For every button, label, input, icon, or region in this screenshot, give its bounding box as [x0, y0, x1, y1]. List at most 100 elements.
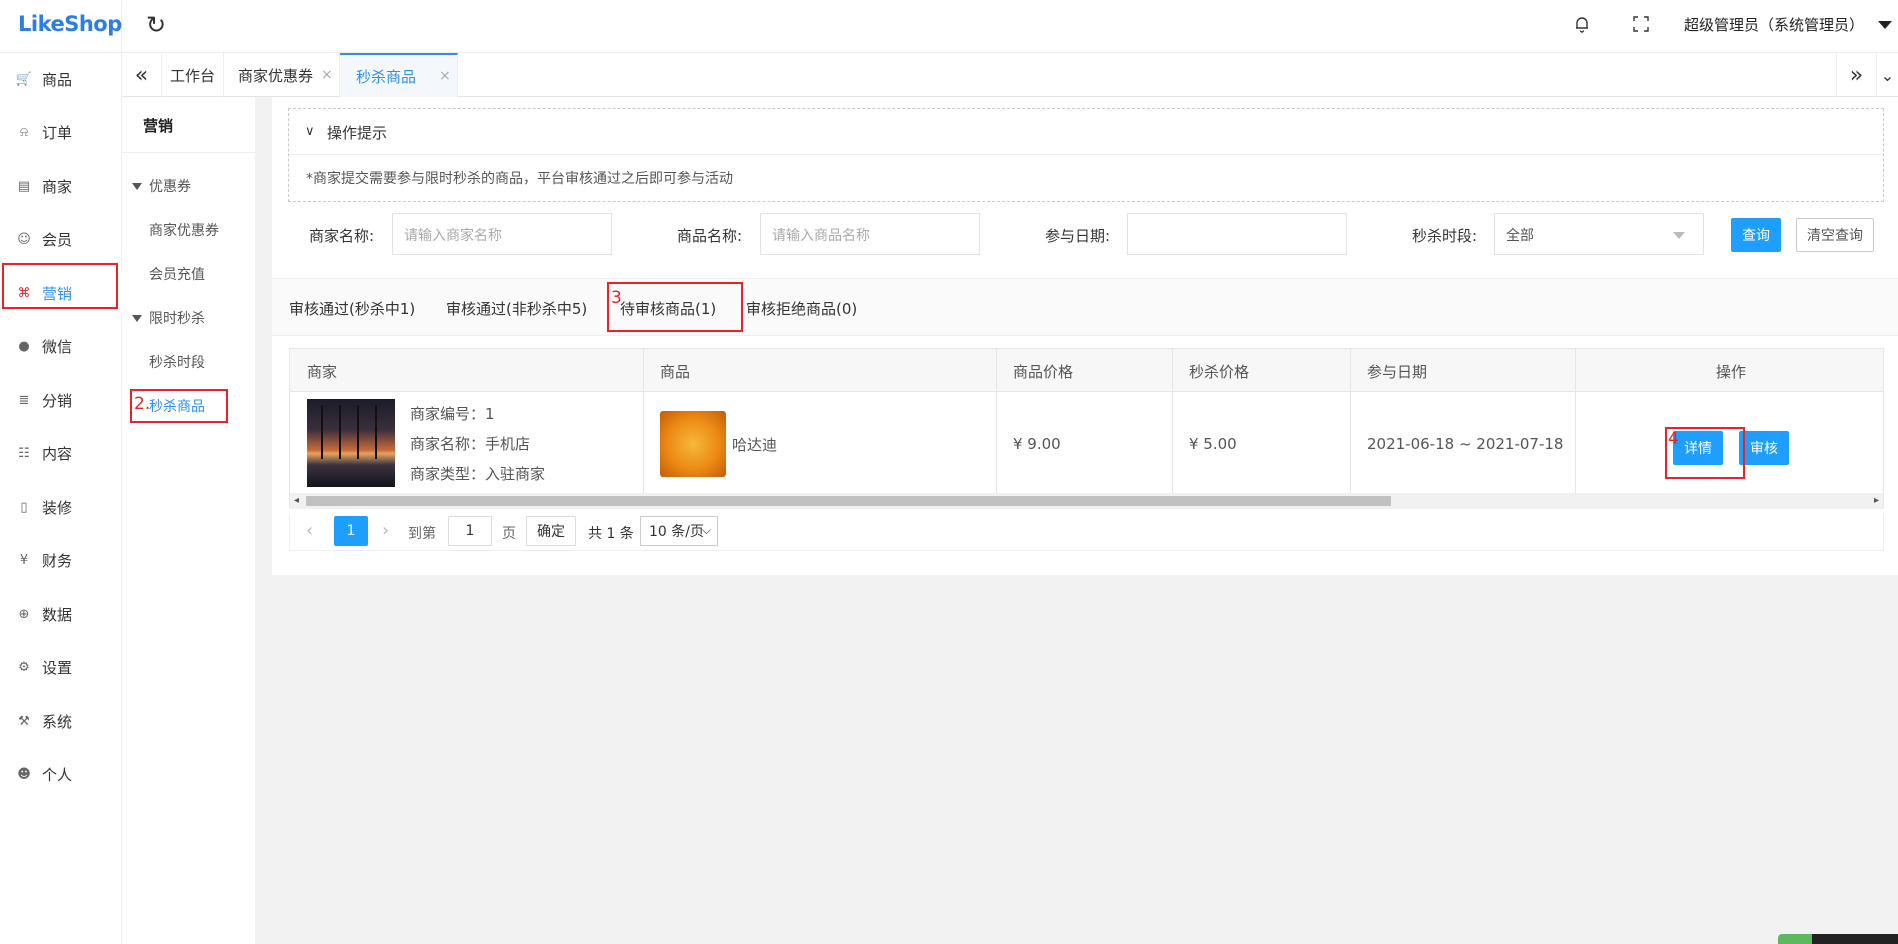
- tips-panel: ∨ 操作提示 *商家提交需要参与限时秒杀的商品，平台审核通过之后即可参与活动: [288, 108, 1884, 202]
- column-divider: [643, 349, 644, 494]
- submenu-group-coupon[interactable]: 优惠券: [132, 176, 191, 196]
- caret-down-icon[interactable]: [1878, 21, 1892, 29]
- sidebar-item-2[interactable]: ▤ 商家: [0, 164, 122, 208]
- tab-seckill-goods[interactable]: 秒杀商品 ×: [340, 53, 458, 97]
- reset-button[interactable]: 清空查询: [1796, 218, 1874, 252]
- annotation-box-pending-tab: [607, 282, 743, 332]
- close-icon[interactable]: ×: [439, 68, 451, 84]
- table-header: 商家 商品 商品价格 秒杀价格 参与日期 操作: [290, 349, 1883, 392]
- annotation-number: 2.: [134, 394, 151, 414]
- sidebar-item-3[interactable]: ☺ 会员: [0, 218, 122, 262]
- th-seckill-price: 秒杀价格: [1189, 363, 1250, 381]
- chevron-down-icon[interactable]: ∨: [305, 124, 315, 139]
- tips-title: 操作提示: [327, 124, 388, 142]
- layers-icon: ≣: [18, 392, 30, 408]
- sidebar-item-label: 订单: [42, 124, 73, 142]
- top-bar: ↻ 超级管理员（系统管理员）: [122, 0, 1898, 53]
- bell-icon[interactable]: [1573, 15, 1591, 33]
- sidebar-item-label: 商家: [42, 177, 73, 196]
- sidebar-item-1[interactable]: ⍾ 订单: [0, 111, 122, 155]
- next-page-icon[interactable]: ›: [382, 520, 389, 541]
- double-chevron-right-icon[interactable]: »: [1836, 53, 1876, 97]
- date-label: 参与日期:: [1045, 227, 1111, 245]
- time-select-value: 全部: [1506, 228, 1534, 244]
- annotation-box-marketing: [2, 263, 118, 309]
- floating-widget[interactable]: [1778, 934, 1812, 944]
- fullscreen-icon[interactable]: [1632, 15, 1650, 33]
- tab-label: 秒杀商品: [356, 67, 417, 86]
- sidebar-item-13[interactable]: ☻ 个人: [0, 753, 122, 797]
- annotation-number: 3: [611, 288, 622, 308]
- goto-label: 到第: [408, 526, 436, 542]
- pagination: ‹ 1 › 到第 1 页 确定 共 1 条 10 条/页 ⌵: [289, 513, 1884, 551]
- sidebar-item-7[interactable]: ☷ 内容: [0, 432, 122, 476]
- sidebar-item-9[interactable]: ¥ 财务: [0, 539, 122, 583]
- floating-bar[interactable]: [1812, 934, 1898, 944]
- tips-header[interactable]: ∨ 操作提示: [289, 109, 1883, 155]
- double-chevron-left-icon[interactable]: «: [122, 53, 162, 97]
- sidebar-item-label: 系统: [42, 712, 73, 731]
- sidebar-item-label: 会员: [42, 231, 73, 249]
- select-arrow-icon: [1673, 232, 1685, 239]
- tab-approved-inactive[interactable]: 审核通过(非秒杀中5): [446, 298, 587, 319]
- sidebar-item-8[interactable]: ▯ 装修: [0, 485, 122, 529]
- goods-name-input[interactable]: 请输入商品名称: [760, 213, 980, 255]
- scroll-left-icon[interactable]: ◂: [294, 495, 299, 506]
- bell-outline-icon: ⍾: [19, 125, 29, 140]
- th-price: 商品价格: [1013, 363, 1074, 381]
- sidebar-item-label: 内容: [42, 445, 73, 463]
- horizontal-scrollbar[interactable]: ◂ ▸: [290, 493, 1883, 509]
- join-date: 2021-06-18 ~ 2021-07-18: [1367, 435, 1564, 453]
- tab-rejected[interactable]: 审核拒绝商品(0): [746, 298, 857, 319]
- sidebar-item-10[interactable]: ⊕ 数据: [0, 592, 122, 636]
- triangle-down-icon: [132, 314, 142, 322]
- submenu-item-seckill-time[interactable]: 秒杀时段: [149, 352, 205, 372]
- shop-image[interactable]: [307, 399, 395, 487]
- triangle-down-icon: [132, 182, 142, 190]
- sidebar-item-0[interactable]: 🛒 商品: [0, 57, 122, 101]
- tab-workbench[interactable]: 工作台: [162, 53, 224, 97]
- time-select[interactable]: 全部: [1494, 213, 1704, 255]
- goods-name-label: 商品名称:: [677, 227, 743, 245]
- sidebar-item-6[interactable]: ≣ 分销: [0, 378, 122, 422]
- scroll-right-icon[interactable]: ▸: [1874, 495, 1879, 506]
- page-number-current[interactable]: 1: [334, 516, 368, 546]
- total-count: 共 1 条: [588, 526, 634, 542]
- yen-icon: ¥: [19, 553, 29, 568]
- tab-label: 工作台: [169, 66, 215, 85]
- shop-type: 商家类型：入驻商家: [410, 465, 546, 483]
- sidebar-item-label: 分销: [42, 391, 73, 410]
- page-input[interactable]: 1: [448, 516, 492, 546]
- refresh-icon[interactable]: ↻: [146, 11, 166, 39]
- user-menu[interactable]: 超级管理员（系统管理员）: [1684, 14, 1864, 35]
- user-icon: ☺: [17, 232, 31, 247]
- close-icon[interactable]: ×: [321, 67, 333, 83]
- page-unit-label: 页: [502, 526, 516, 542]
- submenu-group-seckill[interactable]: 限时秒杀: [132, 308, 205, 328]
- prev-page-icon[interactable]: ‹: [306, 520, 313, 541]
- annotation-number: 4: [1668, 429, 1679, 449]
- shop-name-input[interactable]: 请输入商家名称: [392, 213, 612, 255]
- tab-approved-active[interactable]: 审核通过(秒杀中1): [289, 298, 415, 319]
- book-icon: ☷: [18, 446, 30, 461]
- submenu-item-member-recharge[interactable]: 会员充值: [149, 264, 205, 284]
- sidebar-item-label: 财务: [42, 552, 73, 570]
- logo: LikeShop: [18, 12, 122, 36]
- goods-price: ¥ 9.00: [1013, 435, 1061, 453]
- page-confirm-button[interactable]: 确定: [526, 516, 576, 546]
- chevron-down-icon[interactable]: ⌄: [1876, 53, 1898, 97]
- scrollbar-thumb[interactable]: [306, 496, 1391, 506]
- query-button[interactable]: 查询: [1731, 218, 1781, 252]
- sidebar-item-5[interactable]: ● 微信: [0, 325, 122, 369]
- sidebar-item-11[interactable]: ⚙ 设置: [0, 646, 122, 690]
- submenu-item-shop-coupon[interactable]: 商家优惠券: [149, 220, 219, 240]
- phone-icon: ▯: [20, 499, 28, 515]
- page-tab-bar: « 工作台 商家优惠券 × 秒杀商品 × » ⌄: [122, 53, 1898, 97]
- date-input[interactable]: [1127, 213, 1347, 255]
- sidebar-item-12[interactable]: ⚒ 系统: [0, 699, 122, 743]
- page-size-select[interactable]: 10 条/页 ⌵: [640, 516, 718, 546]
- page-size-value: 10 条/页: [649, 524, 704, 540]
- goods-image[interactable]: [660, 411, 726, 477]
- audit-button[interactable]: 审核: [1739, 431, 1789, 465]
- tab-shop-coupon[interactable]: 商家优惠券 ×: [224, 53, 340, 97]
